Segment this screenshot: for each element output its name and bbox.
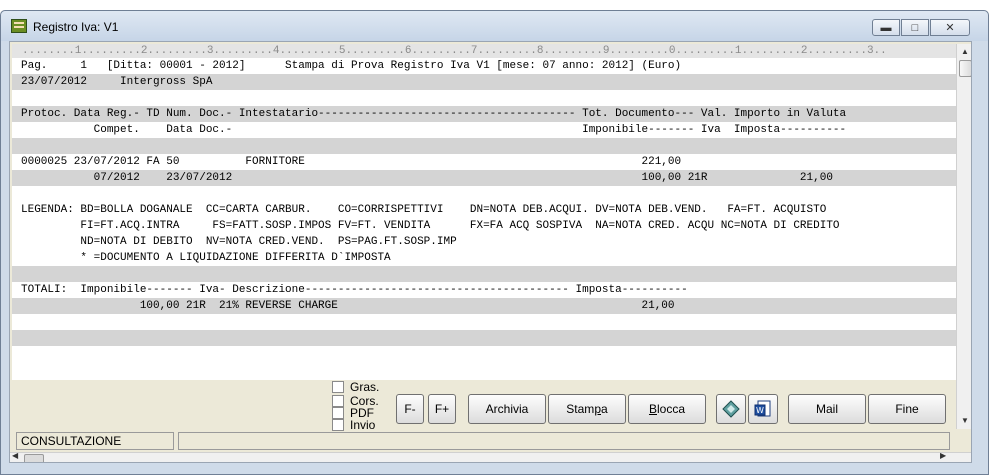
column-ruler: ........1.........2.........3.........4.… [12, 44, 956, 58]
report-view: ........1.........2.........3.........4.… [12, 44, 956, 380]
word-document-icon: W [754, 400, 771, 417]
report-line: TOTALI: Imponibile------- Iva- Descrizio… [21, 284, 688, 296]
vertical-scrollbar[interactable]: ▲ ▼ [956, 44, 971, 429]
report-line [12, 138, 956, 154]
report-line [12, 346, 956, 362]
checkbox-box[interactable] [332, 381, 344, 393]
scroll-right-icon[interactable]: ▶ [940, 451, 952, 460]
stampa-label-start: Stam [566, 402, 595, 416]
report-line [12, 330, 956, 346]
scroll-left-icon[interactable]: ◀ [12, 451, 24, 460]
report-line: 23/07/2012 Intergross SpA [12, 74, 956, 90]
scroll-down-icon[interactable]: ▼ [957, 413, 971, 429]
blocca-button[interactable]: Blocca [628, 394, 706, 424]
maximize-icon[interactable]: □ [901, 19, 929, 36]
export-word-button[interactable]: W [748, 394, 778, 424]
report-line [12, 90, 956, 106]
report-line: 0000025 23/07/2012 FA 50 FORNITORE 221,0… [21, 156, 682, 168]
checkbox-label: Gras. [350, 380, 380, 394]
report-line: LEGENDA: BD=BOLLA DOGANALE CC=CARTA CARB… [21, 204, 827, 216]
diamond-icon [722, 400, 740, 418]
main-window: Registro Iva: V1 ▬ □ ✕ ........1........… [0, 10, 989, 475]
font-decrease-button[interactable]: F- [396, 394, 424, 424]
checkbox-gras[interactable]: Gras. [332, 380, 379, 394]
font-increase-button[interactable]: F+ [428, 394, 456, 424]
svg-text:W: W [756, 406, 764, 415]
report-line: FI=FT.ACQ.INTRA FS=FATT.SOSP.IMPOS FV=FT… [21, 220, 840, 232]
report-line [12, 266, 956, 282]
report-line: * =DOCUMENTO A LIQUIDAZIONE DIFFERITA D`… [21, 252, 391, 264]
report-line: Pag. 1 [Ditta: 00001 - 2012] Stampa di P… [21, 60, 682, 72]
stampa-label-accel: p [594, 402, 601, 416]
status-bar: CONSULTAZIONE [10, 430, 956, 452]
app-icon [11, 19, 27, 33]
report-line: Protoc. Data Reg.- TD Num. Doc.- Intesta… [12, 106, 956, 122]
bottom-toolbar: Gras. Cors. PDF Invio F- F+ Archivia Sta… [10, 380, 954, 432]
scroll-up-icon[interactable]: ▲ [957, 44, 971, 60]
minimize-icon[interactable]: ▬ [872, 19, 900, 36]
fine-button[interactable]: Fine [868, 394, 946, 424]
stampa-label-end: a [601, 402, 608, 416]
report-line: 07/2012 23/07/2012 100,00 21R 21,00 [12, 170, 956, 186]
archivia-button[interactable]: Archivia [468, 394, 546, 424]
report-line: Compet. Data Doc.- Imponibile------- Iva… [21, 124, 847, 136]
blocca-label-accel: B [648, 402, 657, 416]
window-controls: ▬ □ ✕ [872, 19, 970, 36]
report-line [12, 314, 956, 330]
status-mode: CONSULTAZIONE [16, 432, 174, 450]
stampa-button[interactable]: Stam p a [548, 394, 626, 424]
blocca-label-end: locca [657, 402, 686, 416]
report-line [12, 186, 956, 202]
report-line: 100,00 21R 21% REVERSE CHARGE 21,00 [12, 298, 956, 314]
diamond-tool-button[interactable] [716, 394, 746, 424]
status-message [178, 432, 950, 450]
client-area: ........1.........2.........3.........4.… [9, 41, 972, 463]
report-line: ND=NOTA DI DEBITO NV=NOTA CRED.VEND. PS=… [21, 236, 457, 248]
horizontal-scroll-thumb[interactable] [24, 454, 44, 462]
horizontal-scrollbar[interactable]: ◀ ▶ [10, 451, 971, 462]
mail-button[interactable]: Mail [788, 394, 866, 424]
window-title: Registro Iva: V1 [33, 20, 119, 34]
close-icon[interactable]: ✕ [930, 19, 970, 36]
scroll-thumb[interactable] [959, 60, 971, 77]
title-bar[interactable]: Registro Iva: V1 ▬ □ ✕ [1, 11, 988, 41]
